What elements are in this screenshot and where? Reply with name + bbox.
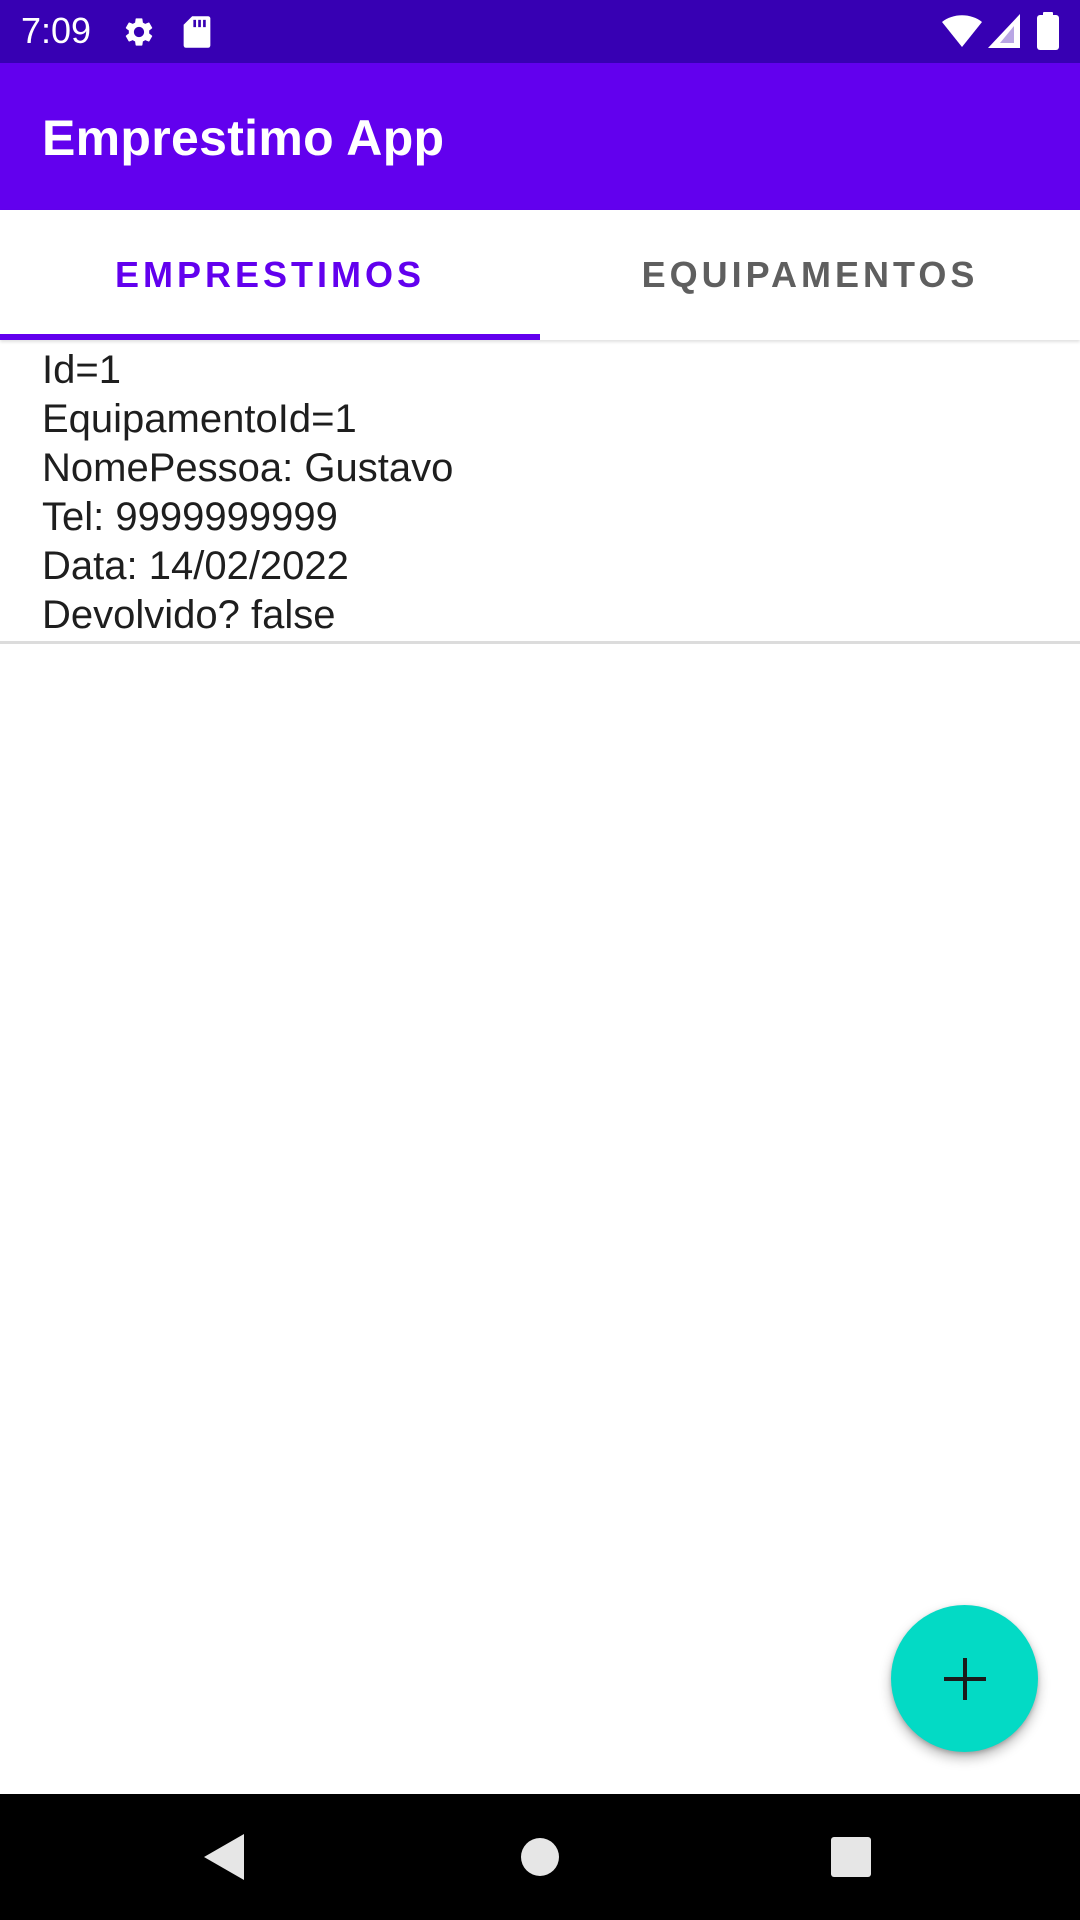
loan-person-name: NomePessoa: Gustavo <box>42 446 454 490</box>
wifi-icon <box>942 15 982 47</box>
status-bar: 7:09 <box>0 0 1080 63</box>
tab-bar: EMPRESTIMOS EQUIPAMENTOS <box>0 210 1080 340</box>
loan-date: Data: 14/02/2022 <box>42 544 349 588</box>
back-icon[interactable] <box>204 1834 244 1880</box>
loan-returned: Devolvido? false <box>42 593 336 637</box>
add-button[interactable] <box>891 1605 1038 1752</box>
signal-icon <box>988 14 1020 48</box>
loan-phone: Tel: 9999999999 <box>42 495 338 539</box>
loan-equipment-id: EquipamentoId=1 <box>42 397 357 441</box>
app-title: Emprestimo App <box>42 110 445 166</box>
tab-emprestimos[interactable]: EMPRESTIMOS <box>0 210 540 340</box>
navigation-bar <box>0 1794 1080 1920</box>
gear-icon <box>125 18 153 46</box>
app-bar: Emprestimo App <box>0 63 1080 210</box>
status-time: 7:09 <box>21 10 92 51</box>
home-icon[interactable] <box>520 1837 560 1877</box>
tab-emprestimos-label: EMPRESTIMOS <box>114 254 426 295</box>
battery-icon <box>1037 12 1059 50</box>
tab-indicator <box>0 334 540 340</box>
sd-card-icon <box>183 16 211 48</box>
list-item[interactable]: Id=1 EquipamentoId=1 NomePessoa: Gustavo… <box>0 346 1080 644</box>
tab-equipamentos[interactable]: EQUIPAMENTOS <box>540 210 1080 340</box>
recents-icon[interactable] <box>831 1837 871 1877</box>
tab-equipamentos-label: EQUIPAMENTOS <box>641 254 979 295</box>
plus-icon <box>943 1657 986 1700</box>
loan-id: Id=1 <box>42 348 121 392</box>
